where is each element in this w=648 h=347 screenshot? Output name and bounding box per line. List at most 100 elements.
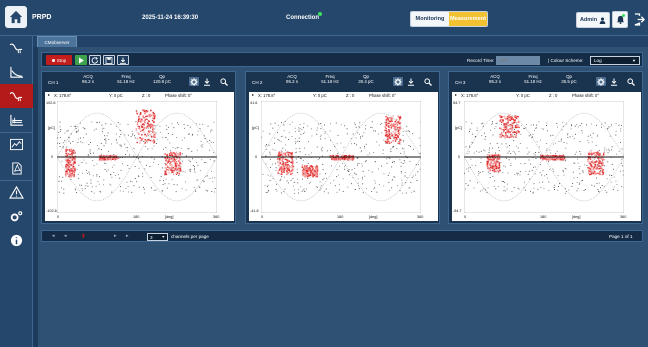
noise-point <box>611 124 612 126</box>
noise-point <box>291 121 293 123</box>
noise-point <box>469 130 470 132</box>
prpd-plot[interactable]: ▸ X: 178.8° Y: 0 pC Z : 0 Phase shift: 0… <box>452 92 641 221</box>
prpd-plot[interactable]: ▸ X: 178.8° Y: 0 pC Z : 0 Phase shift: 0… <box>249 92 438 221</box>
monitoring-mode-button[interactable]: Monitoring <box>411 12 449 26</box>
noise-point <box>561 138 562 140</box>
channel-settings-button[interactable] <box>189 77 199 86</box>
noise-point <box>185 189 187 191</box>
pd-cluster-point <box>507 129 510 131</box>
last-page-icon[interactable]: ▸ <box>126 233 129 239</box>
pd-cluster-point <box>65 158 67 160</box>
noise-point <box>164 174 165 176</box>
noise-point <box>59 146 61 147</box>
noise-point <box>518 188 520 190</box>
noise-point <box>214 188 216 189</box>
channel-settings-button[interactable] <box>393 77 403 86</box>
download-button[interactable] <box>117 55 129 65</box>
noise-point <box>288 139 289 140</box>
noise-point <box>404 175 406 177</box>
noise-point <box>83 127 85 129</box>
pd-cluster-point <box>515 134 517 136</box>
record-dot-icon <box>51 58 55 62</box>
channel-settings-button[interactable] <box>596 77 606 86</box>
pd-cluster-point <box>309 172 312 175</box>
noise-point <box>58 191 60 193</box>
noise-point <box>476 127 478 129</box>
noise-point <box>540 187 542 189</box>
pd-cluster-point <box>590 173 592 175</box>
record-time-input[interactable] <box>496 56 540 65</box>
stop-button[interactable]: Stop <box>46 55 72 65</box>
noise-point <box>99 191 101 192</box>
noise-point <box>406 177 408 179</box>
next-page-icon[interactable]: ▸ <box>114 233 117 239</box>
noise-point <box>203 161 205 163</box>
sidebar-item-report[interactable] <box>0 156 33 180</box>
noise-point <box>119 130 121 131</box>
tab-cmobserver[interactable]: CMobserver <box>37 36 77 47</box>
noise-point <box>83 159 85 161</box>
first-page-icon[interactable]: ◂ <box>52 233 55 239</box>
pd-cluster-point <box>334 158 336 160</box>
noise-point <box>85 185 87 187</box>
pd-cluster-point <box>172 169 174 171</box>
noise-point <box>265 192 267 193</box>
pd-cluster-point <box>147 122 149 125</box>
noise-point <box>410 146 411 148</box>
admin-button[interactable]: Admin <box>576 12 610 28</box>
channels-per-page-select[interactable]: 3 ▼ <box>147 233 168 241</box>
noise-point <box>70 179 72 180</box>
noise-point <box>404 172 406 173</box>
sidebar-item-spectrum[interactable] <box>0 108 33 132</box>
noise-point <box>514 153 516 155</box>
home-button[interactable] <box>5 6 27 28</box>
play-button[interactable] <box>75 55 87 65</box>
pd-cluster-point <box>515 136 517 138</box>
sidebar-item-alarms[interactable] <box>0 180 33 204</box>
noise-point <box>467 153 469 155</box>
notifications-button[interactable] <box>612 11 628 28</box>
pd-cluster-point <box>281 165 284 168</box>
sidebar-item-pd-signal[interactable] <box>0 36 33 60</box>
prev-page-icon[interactable]: ◂ <box>64 233 67 239</box>
colour-scheme-select[interactable]: Log ▼ <box>590 56 640 65</box>
noise-point <box>534 166 536 168</box>
sidebar-item-info[interactable] <box>0 228 33 252</box>
pd-cluster-point <box>141 134 143 136</box>
noise-point <box>153 131 155 133</box>
noise-point <box>100 143 102 144</box>
save-button[interactable] <box>103 55 115 65</box>
channel-download-button[interactable] <box>406 77 416 86</box>
channel-download-button[interactable] <box>609 77 619 86</box>
noise-point <box>110 174 112 175</box>
pd-cluster-point <box>588 161 591 163</box>
sidebar-item-prpd[interactable] <box>0 84 33 108</box>
noise-point <box>274 122 276 124</box>
channel-zoom-button[interactable] <box>219 77 229 86</box>
logout-button[interactable] <box>633 11 646 28</box>
channel-zoom-button[interactable] <box>423 77 433 86</box>
noise-point <box>364 145 365 147</box>
noise-point <box>621 148 623 150</box>
sidebar-item-waveform[interactable] <box>0 60 33 84</box>
pd-cluster-point <box>598 154 600 156</box>
pd-cluster-point <box>562 155 565 157</box>
noise-point <box>476 130 478 131</box>
pd-cluster-point <box>179 151 181 154</box>
noise-point <box>180 147 182 149</box>
noise-point <box>329 182 331 184</box>
channel-zoom-button[interactable] <box>626 77 636 86</box>
prpd-plot[interactable]: ▸ X: 178.8° Y: 0 pC Z : 0 Phase shift: 0… <box>45 92 234 221</box>
sidebar-item-settings[interactable] <box>0 204 33 228</box>
noise-point <box>202 180 204 182</box>
channel-download-button[interactable] <box>202 77 212 86</box>
pd-cluster-point <box>509 119 512 121</box>
noise-point <box>620 128 622 130</box>
reset-button[interactable] <box>89 55 101 65</box>
phase-shift-readout: Phase shift: 0° <box>165 93 193 98</box>
sidebar-item-trend[interactable] <box>0 132 33 156</box>
pd-cluster-point <box>399 127 401 130</box>
noise-point <box>562 170 564 171</box>
measurement-mode-button[interactable]: Measurement <box>449 12 487 26</box>
noise-point <box>333 179 335 181</box>
